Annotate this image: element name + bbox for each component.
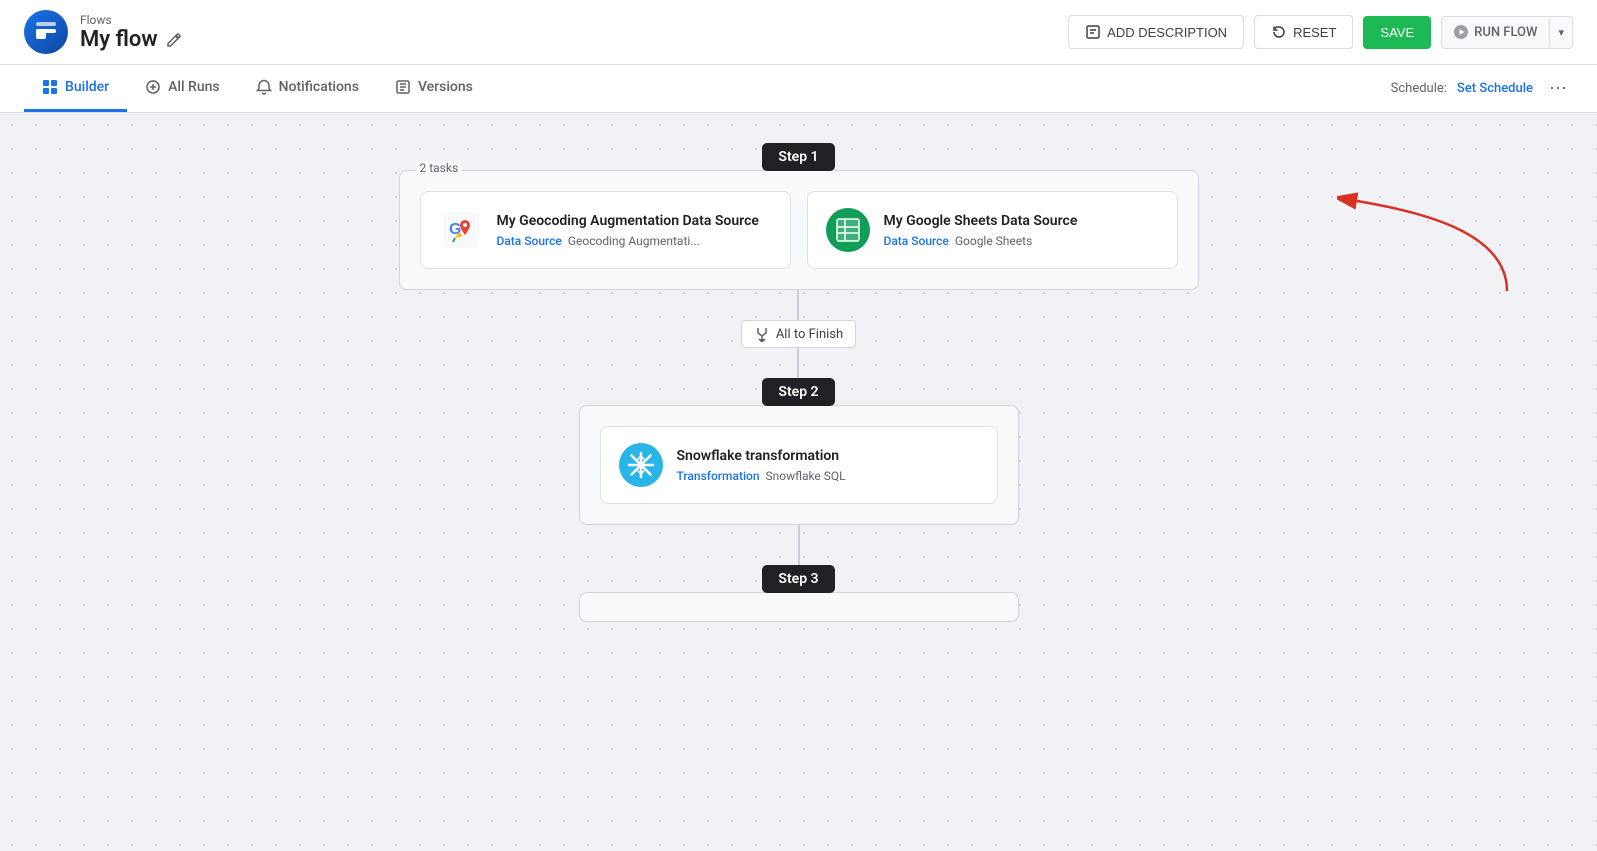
step1-section: Step 1 2 tasks G xyxy=(399,143,1199,290)
connector-all-to-finish: All to Finish xyxy=(741,290,856,378)
save-button[interactable]: SAVE xyxy=(1363,16,1431,49)
connector-line-bottom xyxy=(797,348,799,378)
flow-container: Step 1 2 tasks G xyxy=(369,143,1229,622)
run-flow-button[interactable]: RUN FLOW ▾ xyxy=(1441,16,1573,49)
app-logo xyxy=(24,10,68,54)
tab-all-runs-label: All Runs xyxy=(168,79,220,95)
step1-box: 2 tasks G xyxy=(399,170,1199,290)
all-to-finish-label: All to Finish xyxy=(776,327,843,342)
tab-notifications[interactable]: Notifications xyxy=(238,65,377,112)
step3-box xyxy=(579,592,1019,622)
tab-versions-label: Versions xyxy=(418,79,473,95)
maps-svg: G xyxy=(443,212,479,248)
builder-icon xyxy=(42,79,58,95)
reset-icon xyxy=(1271,24,1287,40)
google-sheets-icon xyxy=(826,208,870,252)
header-left: Flows My flow xyxy=(24,10,184,54)
connector-line-step3 xyxy=(798,525,800,565)
snowflake-task-title: Snowflake transformation xyxy=(677,447,846,465)
flow-canvas: Step 1 2 tasks G xyxy=(0,113,1597,851)
connector-step3 xyxy=(798,525,800,565)
run-flow-chevron[interactable]: ▾ xyxy=(1549,18,1572,47)
snowflake-task-info: Snowflake transformation Transformation … xyxy=(677,447,846,482)
tab-builder[interactable]: Builder xyxy=(24,65,127,112)
more-options-button[interactable]: ⋯ xyxy=(1543,74,1573,103)
task-google-sheets[interactable]: My Google Sheets Data Source Data Source… xyxy=(807,191,1178,269)
tabs-right: Schedule: Set Schedule ⋯ xyxy=(1391,74,1573,103)
red-arrow-svg xyxy=(1337,191,1517,301)
save-label: SAVE xyxy=(1380,25,1414,40)
step1-tasks-count: 2 tasks xyxy=(416,161,463,175)
snowflake-svg xyxy=(627,451,655,479)
flow-title-row: My flow xyxy=(80,27,184,52)
sheets-task-subtype: Google Sheets xyxy=(955,234,1032,248)
snowflake-icon xyxy=(619,443,663,487)
step1-badge: Step 1 xyxy=(762,143,834,171)
description-icon xyxy=(1085,24,1101,40)
tab-versions[interactable]: Versions xyxy=(377,65,491,112)
geocoding-task-info: My Geocoding Augmentation Data Source Da… xyxy=(497,212,759,247)
versions-icon xyxy=(395,79,411,95)
arrow-annotation xyxy=(1337,191,1517,305)
title-section: Flows My flow xyxy=(80,13,184,52)
notifications-icon xyxy=(256,79,272,95)
step2-badge: Step 2 xyxy=(762,378,834,406)
tab-all-runs[interactable]: All Runs xyxy=(127,65,238,112)
task-geocoding[interactable]: G My Geocoding Augmentation Data Source … xyxy=(420,191,791,269)
tab-builder-label: Builder xyxy=(65,79,109,95)
header: Flows My flow ADD DESCRIPTION RESET xyxy=(0,0,1597,65)
reset-label: RESET xyxy=(1293,25,1336,40)
step2-box: Snowflake transformation Transformation … xyxy=(579,405,1019,525)
run-flow-main: RUN FLOW xyxy=(1442,17,1549,48)
runs-icon xyxy=(145,79,161,95)
set-schedule-link[interactable]: Set Schedule xyxy=(1457,81,1533,96)
add-description-label: ADD DESCRIPTION xyxy=(1107,25,1227,40)
task-snowflake[interactable]: Snowflake transformation Transformation … xyxy=(600,426,998,504)
run-flow-label: RUN FLOW xyxy=(1474,25,1537,40)
step2-section: Step 2 xyxy=(579,378,1019,525)
reset-button[interactable]: RESET xyxy=(1254,15,1353,49)
add-description-button[interactable]: ADD DESCRIPTION xyxy=(1068,15,1244,49)
run-icon xyxy=(1454,25,1468,39)
flows-breadcrumb[interactable]: Flows xyxy=(80,13,184,27)
snowflake-task-subtype: Snowflake SQL xyxy=(766,469,846,483)
sheets-task-title: My Google Sheets Data Source xyxy=(884,212,1078,230)
edit-icon[interactable] xyxy=(166,30,184,48)
header-actions: ADD DESCRIPTION RESET SAVE RUN FLOW ▾ xyxy=(1068,15,1573,49)
connector-line-top xyxy=(797,290,799,320)
step3-section: Step 3 xyxy=(579,565,1019,622)
geocoding-task-title: My Geocoding Augmentation Data Source xyxy=(497,212,759,230)
geocoding-icon: G xyxy=(439,208,483,252)
tab-notifications-label: Notifications xyxy=(279,79,359,95)
geocoding-task-meta: Data Source Geocoding Augmentati... xyxy=(497,234,759,248)
tabs: Builder All Runs Notifications Versions xyxy=(24,65,491,112)
sheets-task-meta: Data Source Google Sheets xyxy=(884,234,1078,248)
step2-tasks: Snowflake transformation Transformation … xyxy=(600,426,998,504)
flow-title-text: My flow xyxy=(80,27,158,52)
merge-icon xyxy=(754,326,770,342)
sheets-task-type: Data Source xyxy=(884,234,949,248)
sheets-svg xyxy=(835,217,861,243)
tabs-bar: Builder All Runs Notifications Versions xyxy=(0,65,1597,113)
all-to-finish-badge[interactable]: All to Finish xyxy=(741,320,856,348)
step1-tasks: G My Geocoding Augmentation Data Source … xyxy=(420,191,1178,269)
geocoding-task-type: Data Source xyxy=(497,234,562,248)
snowflake-task-type: Transformation xyxy=(677,469,760,483)
snowflake-task-meta: Transformation Snowflake SQL xyxy=(677,469,846,483)
geocoding-task-subtype: Geocoding Augmentati... xyxy=(568,234,700,248)
schedule-prefix: Schedule: xyxy=(1391,81,1447,96)
sheets-task-info: My Google Sheets Data Source Data Source… xyxy=(884,212,1078,247)
step3-badge: Step 3 xyxy=(762,565,834,593)
